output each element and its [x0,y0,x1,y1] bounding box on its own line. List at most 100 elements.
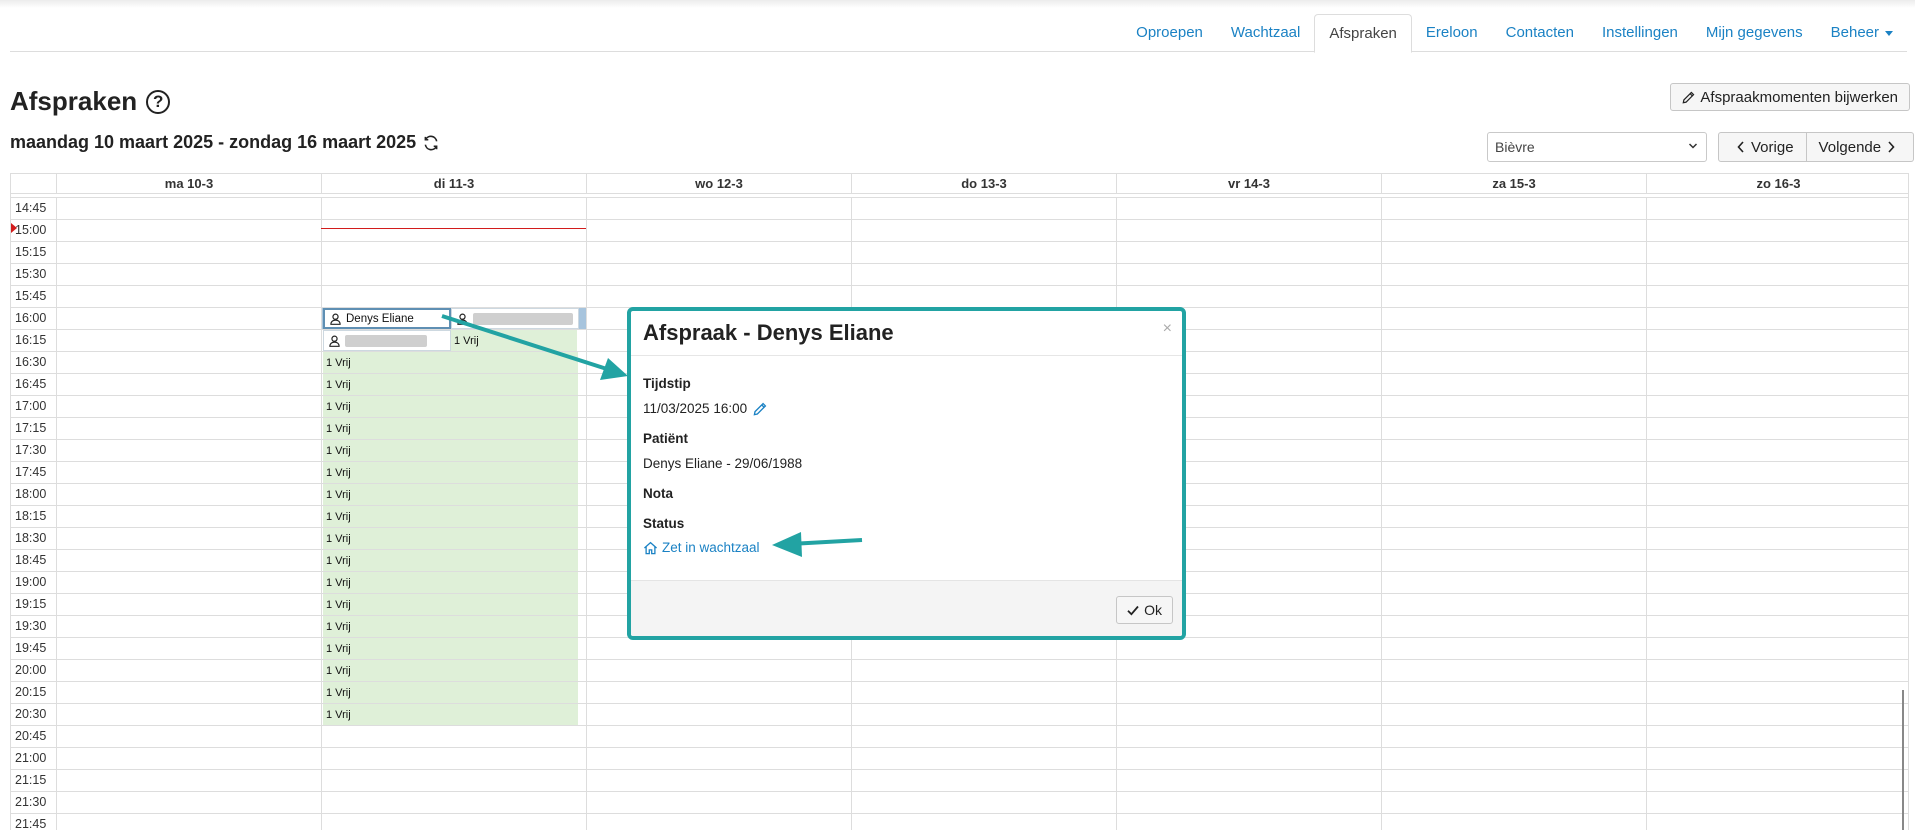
refresh-icon[interactable] [422,134,440,152]
previous-week-label: Vorige [1751,138,1794,156]
time-label: 16:45 [15,377,47,391]
time-label: 19:00 [15,575,47,589]
time-label: 18:30 [15,531,47,545]
next-week-label: Volgende [1818,138,1882,156]
nav-tabs: Oproepen Wachtzaal Afspraken Ereloon Con… [1122,14,1907,53]
time-row: 15:00 [11,219,1908,241]
free-slot[interactable]: 1 Vrij [323,440,578,461]
free-slot[interactable]: 1 Vrij [323,484,578,505]
date-range-row: maandag 10 maart 2025 - zondag 16 maart … [10,132,440,153]
ok-button[interactable]: Ok [1116,596,1173,624]
time-label: 20:15 [15,685,47,699]
day-header: zo 16-3 [1646,174,1908,194]
tab-oproepen[interactable]: Oproepen [1122,14,1217,52]
day-header: ma 10-3 [56,174,321,194]
free-slot[interactable]: 1 Vrij [323,418,578,439]
appointment-modal: Afspraak - Denys Eliane × Tijdstip 11/03… [627,307,1186,640]
ok-button-label: Ok [1144,602,1162,618]
appointment-slot[interactable]: Denys Eliane [323,308,451,329]
time-label: 21:30 [15,795,47,809]
free-slot[interactable]: 1 Vrij [323,462,578,483]
free-slot[interactable]: 1 Vrij [323,660,578,681]
time-label: 16:15 [15,333,47,347]
note-label: Nota [643,486,673,501]
close-icon[interactable]: × [1163,320,1172,338]
tab-beheer-label: Beheer [1830,24,1879,41]
tab-instellingen[interactable]: Instellingen [1588,14,1692,52]
day-column-divider [586,197,587,830]
put-in-waiting-room-link[interactable]: Zet in wachtzaal [643,540,760,555]
free-slot[interactable]: 1 Vrij [323,616,578,637]
day-header: vr 14-3 [1116,174,1381,194]
time-label: 18:00 [15,487,47,501]
time-label: 18:15 [15,509,47,523]
day-column-divider [321,197,322,830]
time-row: 14:45 [11,197,1908,219]
free-slot[interactable]: 1 Vrij [323,550,578,571]
day-header: wo 12-3 [586,174,851,194]
pencil-icon [1682,91,1695,103]
time-label: 21:00 [15,751,47,765]
appointment-patient-name: Denys Eliane [346,312,414,325]
check-icon [1127,605,1139,616]
main-nav: Oproepen Wachtzaal Afspraken Ereloon Con… [10,14,1907,53]
time-row: 20:45 [11,725,1908,747]
date-range: maandag 10 maart 2025 - zondag 16 maart … [10,132,417,152]
free-slot[interactable]: 1 Vrij [323,638,578,659]
tab-wachtzaal[interactable]: Wachtzaal [1217,14,1314,52]
modal-title: Afspraak - Denys Eliane [643,320,894,345]
current-time-line [321,228,586,229]
time-row: 21:15 [11,769,1908,791]
time-row: 20:15 [11,681,1908,703]
tab-beheer[interactable]: Beheer [1817,14,1907,52]
tab-ereloon[interactable]: Ereloon [1412,14,1492,52]
time-label: 17:15 [15,421,47,435]
time-label: 14:45 [15,201,47,215]
edit-time-pencil-icon[interactable] [753,402,767,416]
free-slot[interactable]: 1 Vrij [323,594,578,615]
scrollbar[interactable] [1902,690,1904,830]
home-icon [644,541,657,554]
day-column-divider [56,197,57,830]
appointment-slot[interactable] [323,330,451,351]
time-row: 20:00 [11,659,1908,681]
free-slot[interactable]: 1 Vrij [323,572,578,593]
chevron-left-icon [1737,141,1744,153]
appointment-slot[interactable] [451,308,579,329]
time-label: 16:00 [15,311,47,325]
tab-afspraken[interactable]: Afspraken [1314,14,1412,53]
day-column-divider [1381,197,1382,830]
tab-contacten[interactable]: Contacten [1492,14,1588,52]
time-label: 15:30 [15,267,47,281]
location-select-value: Bièvre [1495,139,1535,155]
patient-value: Denys Eliane - 29/06/1988 [643,456,803,471]
free-slot[interactable]: 1 Vrij [323,396,578,417]
time-label: 15:45 [15,289,47,303]
time-label: 19:30 [15,619,47,633]
top-shadow [0,0,1915,8]
free-slot[interactable]: 1 Vrij [323,352,578,373]
next-week-button[interactable]: Volgende [1806,132,1915,162]
location-select[interactable]: Bièvre [1487,132,1707,162]
person-icon [457,313,473,325]
previous-week-button[interactable]: Vorige [1718,132,1807,162]
free-slot[interactable]: 1 Vrij [451,330,577,351]
current-time-marker [11,223,17,233]
tab-mijn-gegevens[interactable]: Mijn gegevens [1692,14,1817,52]
time-value: 11/03/2025 16:00 [643,401,748,416]
free-slot[interactable]: 1 Vrij [323,528,578,549]
time-label: 20:45 [15,729,47,743]
question-circle-icon[interactable]: ? [146,89,171,114]
free-slot[interactable]: 1 Vrij [323,682,578,703]
free-slot[interactable]: 1 Vrij [323,506,578,527]
free-slot[interactable]: 1 Vrij [323,704,578,725]
edit-appointment-slots-button[interactable]: Afspraakmomenten bijwerken [1670,83,1910,111]
time-label: 21:45 [15,817,47,830]
modal-header: Afspraak - Denys Eliane × [631,311,1182,356]
time-row: 19:45 [11,637,1908,659]
put-in-waiting-room-label: Zet in wachtzaal [662,540,760,555]
time-row: 15:30 [11,263,1908,285]
redacted-patient-name [473,312,573,325]
modal-footer: Ok [631,580,1182,636]
free-slot[interactable]: 1 Vrij [323,374,578,395]
